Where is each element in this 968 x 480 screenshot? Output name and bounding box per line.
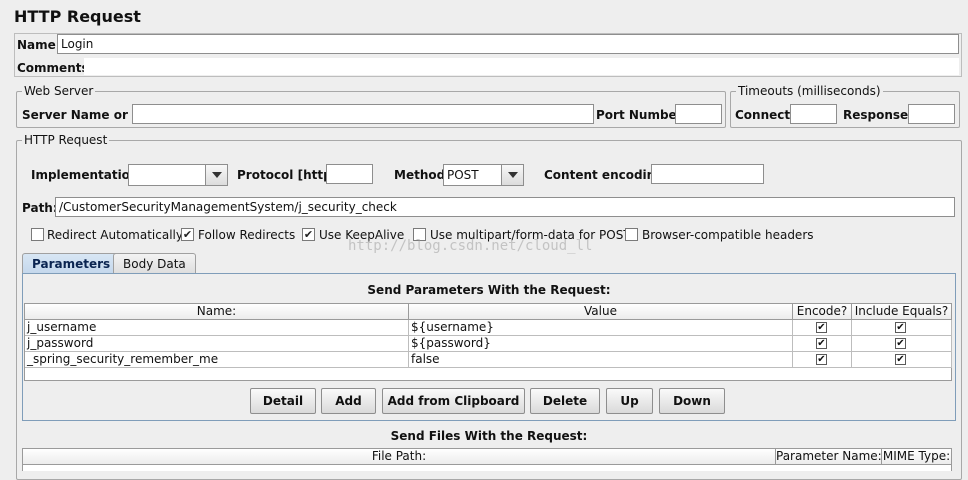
comments-label: Comments: bbox=[17, 61, 94, 75]
param-name-cell[interactable]: j_username bbox=[25, 320, 409, 336]
column-header-encode[interactable]: Encode? bbox=[793, 304, 852, 320]
content-encoding-field[interactable] bbox=[651, 164, 764, 184]
down-button[interactable]: Down bbox=[659, 388, 725, 414]
path-label: Path: bbox=[22, 201, 58, 215]
multipart-checkbox[interactable] bbox=[413, 228, 426, 241]
redirect-automatically-label: Redirect Automatically bbox=[47, 228, 183, 242]
param-name-cell[interactable]: _spring_security_remember_me bbox=[25, 352, 409, 368]
column-header-parameter-name[interactable]: Parameter Name: bbox=[776, 449, 882, 465]
delete-button[interactable]: Delete bbox=[530, 388, 600, 414]
response-field[interactable] bbox=[908, 104, 955, 124]
column-header-mime-type[interactable]: MIME Type: bbox=[882, 449, 952, 465]
web-server-title: Web Server bbox=[22, 84, 96, 98]
parameters-table[interactable]: Name: Value Encode? Include Equals? j_us… bbox=[24, 303, 952, 381]
connect-label: Connect: bbox=[735, 108, 795, 122]
browser-compatible-checkbox[interactable] bbox=[625, 228, 638, 241]
implementation-select[interactable] bbox=[128, 164, 228, 186]
encode-cell[interactable]: ✔ bbox=[793, 336, 852, 352]
tab-parameters[interactable]: Parameters bbox=[22, 253, 121, 274]
implementation-label: Implementation: bbox=[31, 168, 144, 182]
encode-cell[interactable]: ✔ bbox=[793, 320, 852, 336]
protocol-field[interactable] bbox=[326, 164, 373, 184]
timeouts-title: Timeouts (milliseconds) bbox=[736, 84, 883, 98]
name-label: Name: bbox=[17, 38, 61, 52]
include-equals-cell[interactable]: ✔ bbox=[852, 336, 952, 352]
encode-checkbox[interactable]: ✔ bbox=[816, 322, 827, 333]
port-number-field[interactable] bbox=[675, 104, 722, 124]
param-name-cell[interactable]: j_password bbox=[25, 336, 409, 352]
column-header-name[interactable]: Name: bbox=[25, 304, 409, 320]
path-field[interactable]: /CustomerSecurityManagementSystem/j_secu… bbox=[55, 197, 955, 217]
server-name-field[interactable] bbox=[132, 104, 594, 124]
follow-redirects-label: Follow Redirects bbox=[198, 228, 296, 242]
column-header-file-path[interactable]: File Path: bbox=[23, 449, 776, 465]
comments-field[interactable] bbox=[84, 58, 959, 75]
column-header-include-equals[interactable]: Include Equals? bbox=[852, 304, 952, 320]
multipart-label: Use multipart/form-data for POST bbox=[430, 228, 631, 242]
server-label: Server Name or IP: bbox=[22, 108, 151, 122]
encode-cell[interactable]: ✔ bbox=[793, 352, 852, 368]
use-keepalive-label: Use KeepAlive bbox=[319, 228, 405, 242]
add-button[interactable]: Add bbox=[321, 388, 376, 414]
http-request-title: HTTP Request bbox=[22, 133, 110, 147]
send-parameters-heading: Send Parameters With the Request: bbox=[367, 283, 611, 297]
include-equals-checkbox[interactable]: ✔ bbox=[895, 354, 906, 365]
param-value-cell[interactable]: ${password} bbox=[409, 336, 793, 352]
chevron-down-icon[interactable] bbox=[501, 165, 523, 185]
name-field[interactable]: Login bbox=[57, 34, 959, 54]
browser-compatible-label: Browser-compatible headers bbox=[642, 228, 814, 242]
redirect-automatically-checkbox[interactable] bbox=[31, 228, 44, 241]
detail-button[interactable]: Detail bbox=[250, 388, 316, 414]
param-value-cell[interactable]: false bbox=[409, 352, 793, 368]
method-select[interactable]: POST bbox=[443, 164, 524, 186]
use-keepalive-checkbox[interactable]: ✔ bbox=[302, 228, 315, 241]
up-button[interactable]: Up bbox=[606, 388, 653, 414]
files-table[interactable]: File Path: Parameter Name: MIME Type: bbox=[22, 448, 952, 471]
include-equals-cell[interactable]: ✔ bbox=[852, 352, 952, 368]
tab-body-data[interactable]: Body Data bbox=[113, 253, 196, 274]
method-value: POST bbox=[447, 168, 479, 182]
param-value-cell[interactable]: ${username} bbox=[409, 320, 793, 336]
column-header-value[interactable]: Value bbox=[409, 304, 793, 320]
connect-field[interactable] bbox=[790, 104, 837, 124]
encoding-label: Content encoding: bbox=[544, 168, 669, 182]
method-label: Method: bbox=[394, 168, 450, 182]
send-files-heading: Send Files With the Request: bbox=[390, 429, 588, 443]
encode-checkbox[interactable]: ✔ bbox=[816, 338, 827, 349]
add-from-clipboard-button[interactable]: Add from Clipboard bbox=[382, 388, 525, 414]
encode-checkbox[interactable]: ✔ bbox=[816, 354, 827, 365]
follow-redirects-checkbox[interactable]: ✔ bbox=[181, 228, 194, 241]
include-equals-checkbox[interactable]: ✔ bbox=[895, 322, 906, 333]
include-equals-cell[interactable]: ✔ bbox=[852, 320, 952, 336]
include-equals-checkbox[interactable]: ✔ bbox=[895, 338, 906, 349]
response-label: Response: bbox=[843, 108, 913, 122]
chevron-down-icon[interactable] bbox=[205, 165, 227, 185]
page-title: HTTP Request bbox=[14, 7, 141, 26]
port-label: Port Number: bbox=[596, 108, 688, 122]
